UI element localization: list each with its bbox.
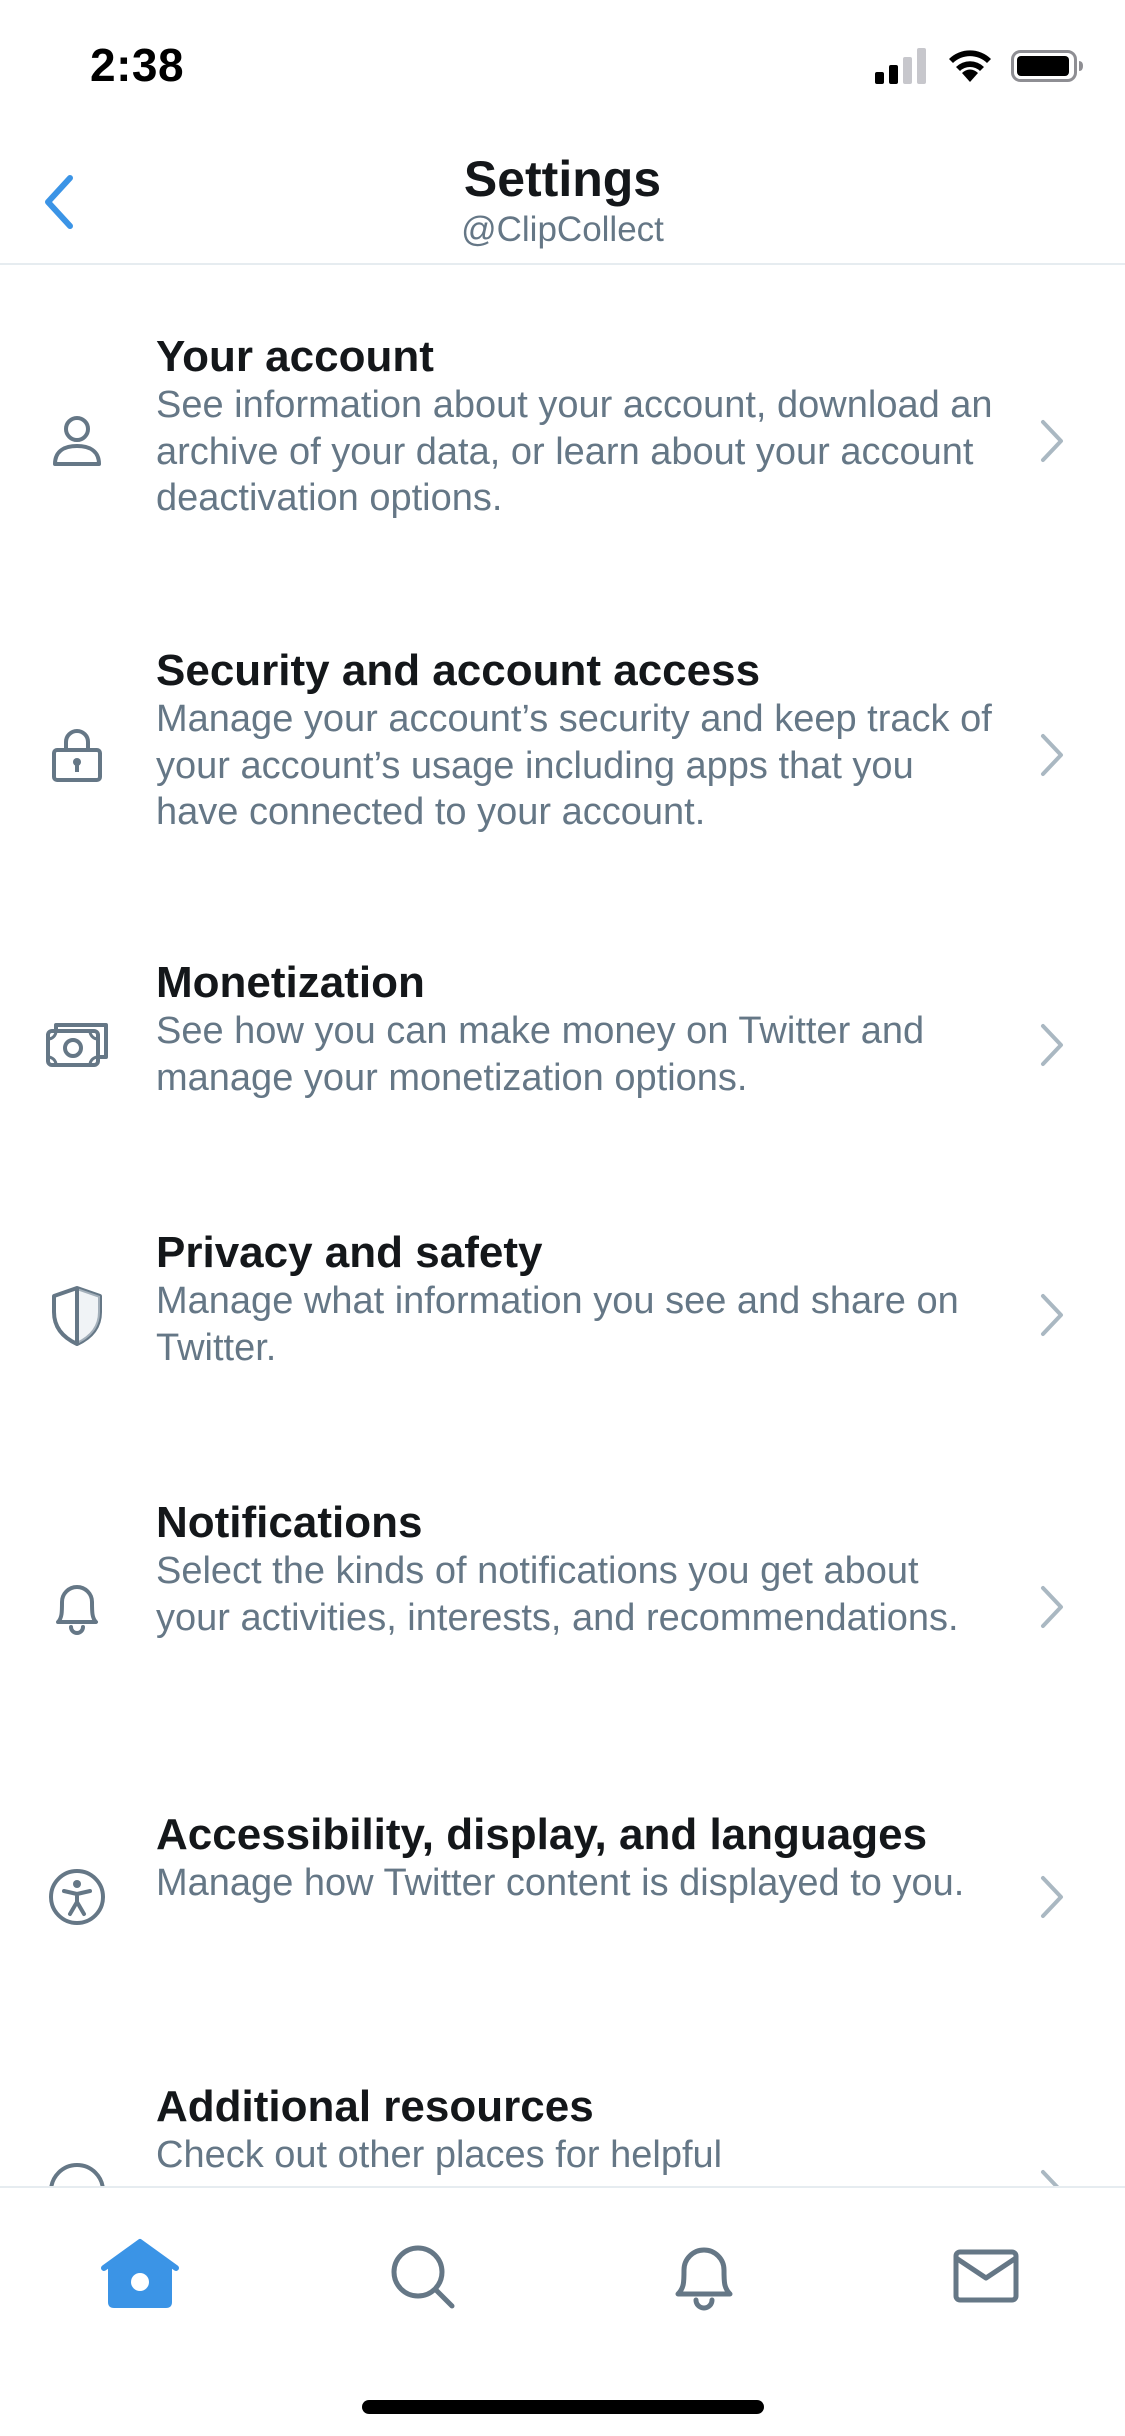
tab-notifications[interactable] xyxy=(664,2236,744,2316)
settings-item-privacy[interactable]: Privacy and safety Manage what informati… xyxy=(0,1226,1125,1426)
bell-icon xyxy=(675,2247,733,2311)
settings-item-monetization[interactable]: Monetization See how you can make money … xyxy=(0,956,1125,1156)
settings-item-title: Accessibility, display, and languages xyxy=(156,1810,928,1859)
settings-item-description: See information about your account, down… xyxy=(156,384,993,519)
settings-item-title: Security and account access xyxy=(156,646,761,695)
person-icon xyxy=(53,416,101,466)
tab-search[interactable] xyxy=(382,2236,462,2316)
settings-item-description: Manage how Twitter content is displayed … xyxy=(156,1862,965,1904)
home-indicator xyxy=(362,2400,764,2414)
settings-item-notifications[interactable]: Notifications Select the kinds of notifi… xyxy=(0,1496,1125,1746)
chevron-right-icon xyxy=(1041,1294,1063,1336)
tab-messages[interactable] xyxy=(946,2236,1026,2316)
settings-item-description: Manage what information you see and shar… xyxy=(156,1280,959,1369)
battery-icon xyxy=(1011,50,1083,82)
home-icon xyxy=(101,2239,179,2308)
money-icon xyxy=(46,1023,108,1067)
tab-bar xyxy=(0,2186,1125,2436)
settings-list: Your account See information about your … xyxy=(0,266,1125,2186)
settings-item-title: Additional resources xyxy=(156,2082,594,2131)
accessibility-icon xyxy=(49,1869,105,1925)
settings-item-description: Select the kinds of notifications you ge… xyxy=(156,1550,959,1639)
wifi-icon xyxy=(949,50,991,82)
chevron-right-icon xyxy=(1041,2170,1060,2186)
search-icon xyxy=(391,2245,455,2309)
lock-icon xyxy=(52,729,102,782)
settings-item-description: Check out other places for helpful xyxy=(156,2134,723,2176)
more-icon xyxy=(49,2163,105,2186)
status-bar: 2:38 xyxy=(0,0,1125,136)
chevron-right-icon xyxy=(1041,1876,1063,1918)
chevron-right-icon xyxy=(1041,1024,1063,1066)
chevron-right-icon xyxy=(1041,420,1063,462)
settings-item-title: Monetization xyxy=(156,958,425,1007)
nav-bar: Settings @ClipCollect xyxy=(0,136,1125,265)
settings-item-accessibility[interactable]: Accessibility, display, and languages Ma… xyxy=(0,1808,1125,2008)
chevron-right-icon xyxy=(1041,1586,1063,1628)
cellular-signal-icon xyxy=(875,48,926,84)
shield-icon xyxy=(52,1286,102,1346)
page-title: Settings xyxy=(463,151,662,207)
chevron-right-icon xyxy=(1041,734,1063,776)
settings-item-description: Manage your account’s security and keep … xyxy=(156,698,992,833)
page-subtitle: @ClipCollect xyxy=(461,210,664,249)
settings-item-description: See how you can make money on Twitter an… xyxy=(156,1010,925,1099)
settings-item-your-account[interactable]: Your account See information about your … xyxy=(0,330,1125,580)
settings-item-title: Privacy and safety xyxy=(156,1228,543,1277)
mail-icon xyxy=(953,2249,1019,2303)
status-time: 2:38 xyxy=(90,39,185,91)
settings-item-security[interactable]: Security and account access Manage your … xyxy=(0,644,1125,894)
bell-icon xyxy=(56,1585,98,1635)
settings-item-additional-resources[interactable]: Additional resources Check out other pla… xyxy=(0,2080,1125,2186)
settings-item-title: Your account xyxy=(156,332,434,381)
status-icons xyxy=(875,48,1085,88)
tab-home[interactable] xyxy=(100,2236,180,2316)
settings-item-title: Notifications xyxy=(156,1498,423,1547)
